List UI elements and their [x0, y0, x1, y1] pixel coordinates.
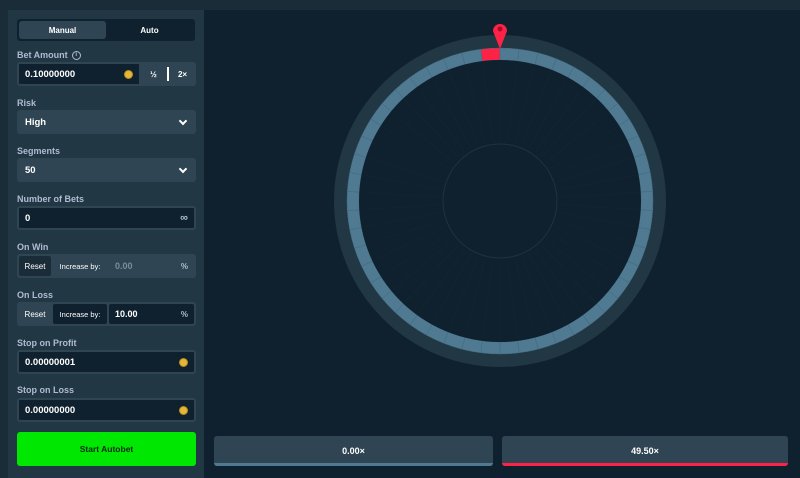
coin-icon	[179, 357, 188, 367]
on-win-controls: Reset Increase by: 0.00 %	[17, 254, 196, 278]
bet-amount-input[interactable]: 0.10000000	[17, 62, 141, 86]
risk-value: High	[25, 116, 47, 128]
number-of-bets-input[interactable]: 0 ∞	[17, 206, 196, 230]
wheel-segment	[638, 209, 653, 230]
wheel-segment	[499, 340, 520, 355]
chevron-down-icon	[178, 164, 188, 173]
stop-on-profit-input[interactable]: 0.00000001	[17, 350, 196, 374]
wheel-segment	[640, 191, 654, 211]
stop-on-loss-input[interactable]: 0.00000000	[17, 398, 196, 422]
segments-value: 50	[25, 164, 36, 176]
number-of-bets-value: 0	[25, 212, 31, 224]
bet-controls-sidebar: Manual Auto Bet Amount i 0.10000000 ½ 2×…	[8, 10, 204, 478]
multiplier-label: 49.50×	[631, 446, 659, 456]
on-loss-value: 10.00	[115, 309, 138, 319]
tab-auto[interactable]: Auto	[106, 21, 193, 39]
bet-amount-label-text: Bet Amount	[17, 50, 68, 60]
on-win-percent-input[interactable]: 0.00 %	[109, 256, 194, 276]
stop-on-profit-value: 0.00000001	[25, 356, 76, 368]
wheel-segment	[346, 191, 360, 211]
on-loss-controls: Reset Increase by: 10.00 %	[17, 302, 196, 326]
mode-tabs: Manual Auto	[17, 19, 195, 41]
top-bar	[0, 0, 800, 10]
on-win-label: On Win	[17, 242, 49, 252]
stop-on-loss-value: 0.00000000	[25, 404, 76, 416]
segments-select[interactable]: 50	[17, 158, 196, 182]
on-loss-percent-input[interactable]: 10.00 %	[109, 304, 194, 324]
multiplier-pill[interactable]: 0.00×	[214, 436, 493, 466]
bet-amount-value: 0.10000000	[25, 68, 76, 80]
wheel-segment	[499, 47, 520, 62]
on-loss-reset-button[interactable]: Reset	[19, 304, 51, 324]
on-loss-increase-button[interactable]: Increase by:	[53, 304, 107, 324]
wheel-graphic	[334, 24, 666, 367]
chevron-down-icon	[178, 116, 188, 125]
number-of-bets-label: Number of Bets	[17, 194, 85, 204]
multiplier-color-bar	[214, 463, 493, 466]
wheel-segment-win	[480, 47, 501, 62]
on-win-reset-button[interactable]: Reset	[19, 256, 51, 276]
start-autobet-button[interactable]: Start Autobet	[17, 432, 196, 466]
percent-symbol: %	[180, 309, 188, 319]
bet-amount-label: Bet Amount i	[17, 50, 81, 60]
wheel-segment	[347, 172, 362, 193]
multiplier-pill[interactable]: 49.50×	[502, 436, 788, 466]
tab-manual[interactable]: Manual	[19, 21, 106, 39]
bet-modifier-group: ½ 2×	[140, 62, 196, 86]
info-icon[interactable]: i	[71, 50, 81, 60]
wheel-segment	[347, 209, 362, 230]
half-bet-button[interactable]: ½	[140, 70, 167, 79]
multiplier-color-bar	[502, 463, 788, 466]
risk-select[interactable]: High	[17, 110, 196, 134]
coin-icon	[179, 405, 188, 415]
on-win-increase-button[interactable]: Increase by:	[53, 256, 107, 276]
on-win-value: 0.00	[115, 261, 133, 271]
percent-symbol: %	[180, 261, 188, 271]
wheel-segment	[480, 340, 501, 355]
multiplier-label: 0.00×	[342, 446, 365, 456]
segments-label: Segments	[17, 146, 61, 156]
infinity-icon: ∞	[180, 212, 188, 224]
game-area: 0.00× 49.50×	[204, 10, 800, 478]
coin-icon	[124, 69, 133, 79]
double-bet-button[interactable]: 2×	[169, 70, 196, 79]
wheel-segment	[638, 172, 653, 193]
on-loss-label: On Loss	[17, 290, 54, 300]
stop-on-profit-label: Stop on Profit	[17, 338, 77, 348]
risk-label: Risk	[17, 98, 37, 108]
stop-on-loss-label: Stop on Loss	[17, 385, 74, 395]
